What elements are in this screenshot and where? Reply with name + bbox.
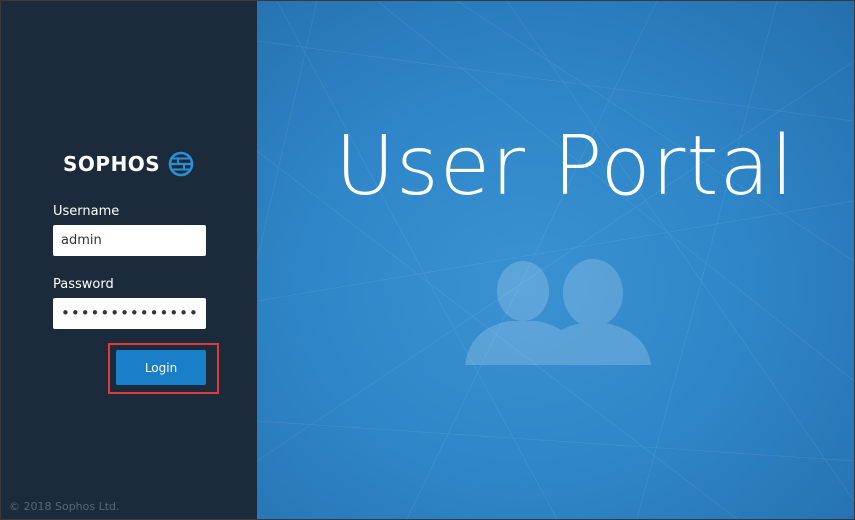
hero-panel: User Portal [257, 1, 854, 519]
page-title: User Portal [335, 119, 795, 214]
users-icon [465, 259, 651, 365]
logo-text: SOPHOS [63, 152, 161, 176]
copyright-text: © 2018 Sophos Ltd. [9, 500, 120, 513]
login-button[interactable]: Login [116, 350, 206, 385]
username-field[interactable]: admin [53, 225, 206, 256]
password-label: Password [53, 277, 114, 292]
password-field[interactable]: •••••••••••••• [53, 298, 206, 329]
username-label: Username [53, 204, 120, 219]
globe-icon [168, 151, 194, 177]
sophos-logo: SOPHOS [63, 151, 194, 177]
app-window: SOPHOS Username admin Password •••••••••… [0, 0, 855, 520]
login-sidebar: SOPHOS Username admin Password •••••••••… [1, 1, 257, 519]
